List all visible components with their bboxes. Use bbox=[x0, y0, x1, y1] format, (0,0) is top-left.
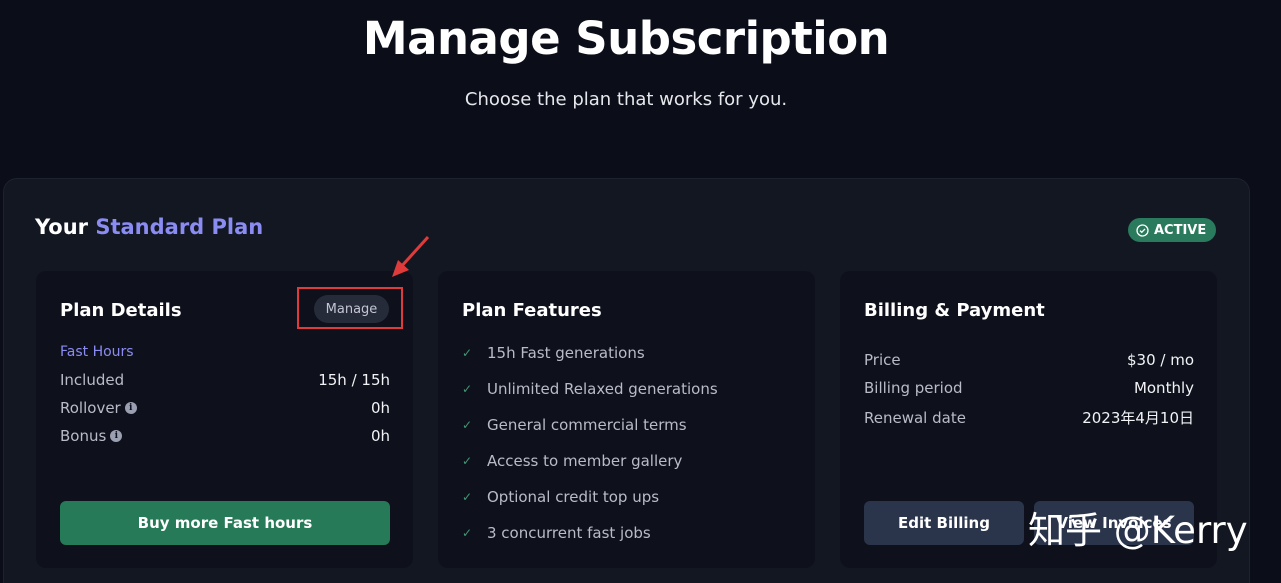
feature-label: Access to member gallery bbox=[487, 452, 683, 470]
feature-item: ✓ 15h Fast generations bbox=[462, 344, 645, 362]
plan-heading-prefix: Your bbox=[35, 215, 89, 239]
plan-features-title: Plan Features bbox=[462, 300, 602, 321]
check-icon: ✓ bbox=[462, 454, 473, 468]
plan-details-title: Plan Details bbox=[60, 300, 182, 321]
feature-label: Optional credit top ups bbox=[487, 488, 660, 506]
plan-heading: Your Standard Plan bbox=[35, 215, 263, 239]
feature-item: ✓ Unlimited Relaxed generations bbox=[462, 380, 718, 398]
price-label: Price bbox=[864, 351, 901, 369]
info-icon[interactable]: i bbox=[124, 402, 137, 414]
page-subtitle: Choose the plan that works for you. bbox=[464, 89, 788, 110]
renewal-date-label: Renewal date bbox=[864, 408, 966, 427]
renewal-date-value: 2023年4月10日 bbox=[1082, 409, 1194, 427]
bonus-key: Bonus i bbox=[60, 427, 123, 445]
plan-features-card: Plan Features ✓ 15h Fast generations ✓ Unl… bbox=[438, 271, 815, 568]
rollover-label: Rollover bbox=[60, 399, 121, 417]
bonus-label: Bonus bbox=[60, 427, 107, 445]
price-value: $30 / mo bbox=[1126, 351, 1194, 369]
check-icon: ✓ bbox=[462, 418, 473, 432]
plan-details-card: Plan Details Manage Fast Hours Included … bbox=[36, 271, 413, 568]
rollover-row: Rollover i 0h bbox=[60, 399, 390, 417]
check-icon: ✓ bbox=[462, 382, 473, 396]
feature-label: General commercial terms bbox=[487, 416, 687, 434]
buy-fast-hours-button[interactable]: Buy more Fast hours bbox=[60, 501, 390, 545]
feature-item: ✓ Access to member gallery bbox=[462, 452, 682, 470]
renewal-date-row: Renewal date 2023年4月10日 bbox=[864, 407, 1194, 428]
feature-item: ✓ 3 concurrent fast jobs bbox=[462, 524, 651, 542]
feature-label: 15h Fast generations bbox=[487, 344, 645, 362]
included-value: 15h / 15h bbox=[318, 371, 390, 389]
check-icon: ✓ bbox=[462, 526, 473, 540]
billing-period-value: Monthly bbox=[1133, 379, 1194, 397]
check-icon: ✓ bbox=[462, 346, 473, 360]
feature-label: 3 concurrent fast jobs bbox=[487, 524, 651, 542]
included-label: Included bbox=[60, 371, 125, 389]
billing-period-label: Billing period bbox=[864, 379, 963, 397]
page-title: Manage Subscription bbox=[362, 12, 890, 65]
check-icon: ✓ bbox=[462, 490, 473, 504]
included-row: Included 15h / 15h bbox=[60, 371, 390, 389]
feature-label: Unlimited Relaxed generations bbox=[487, 380, 718, 398]
bonus-row: Bonus i 0h bbox=[60, 427, 390, 445]
fast-hours-label: Fast Hours bbox=[60, 344, 134, 360]
manage-button[interactable]: Manage bbox=[314, 295, 389, 323]
status-badge: ACTIVE bbox=[1128, 218, 1217, 242]
rollover-key: Rollover i bbox=[60, 399, 137, 417]
check-circle-icon bbox=[1136, 223, 1149, 237]
price-row: Price $30 / mo bbox=[864, 351, 1194, 369]
billing-period-row: Billing period Monthly bbox=[864, 379, 1194, 397]
plan-name: Standard Plan bbox=[95, 215, 264, 239]
status-label: ACTIVE bbox=[1154, 222, 1207, 238]
edit-billing-button[interactable]: Edit Billing bbox=[864, 501, 1024, 545]
info-icon[interactable]: i bbox=[110, 430, 123, 442]
billing-card: Billing & Payment Price $30 / mo Billing… bbox=[840, 271, 1217, 568]
bonus-value: 0h bbox=[370, 427, 390, 445]
annotation-arrow-icon bbox=[392, 235, 430, 277]
view-invoices-button[interactable]: View Invoices bbox=[1034, 501, 1194, 545]
billing-title: Billing & Payment bbox=[864, 300, 1045, 321]
feature-item: ✓ Optional credit top ups bbox=[462, 488, 659, 506]
rollover-value: 0h bbox=[370, 399, 390, 417]
feature-item: ✓ General commercial terms bbox=[462, 416, 687, 434]
